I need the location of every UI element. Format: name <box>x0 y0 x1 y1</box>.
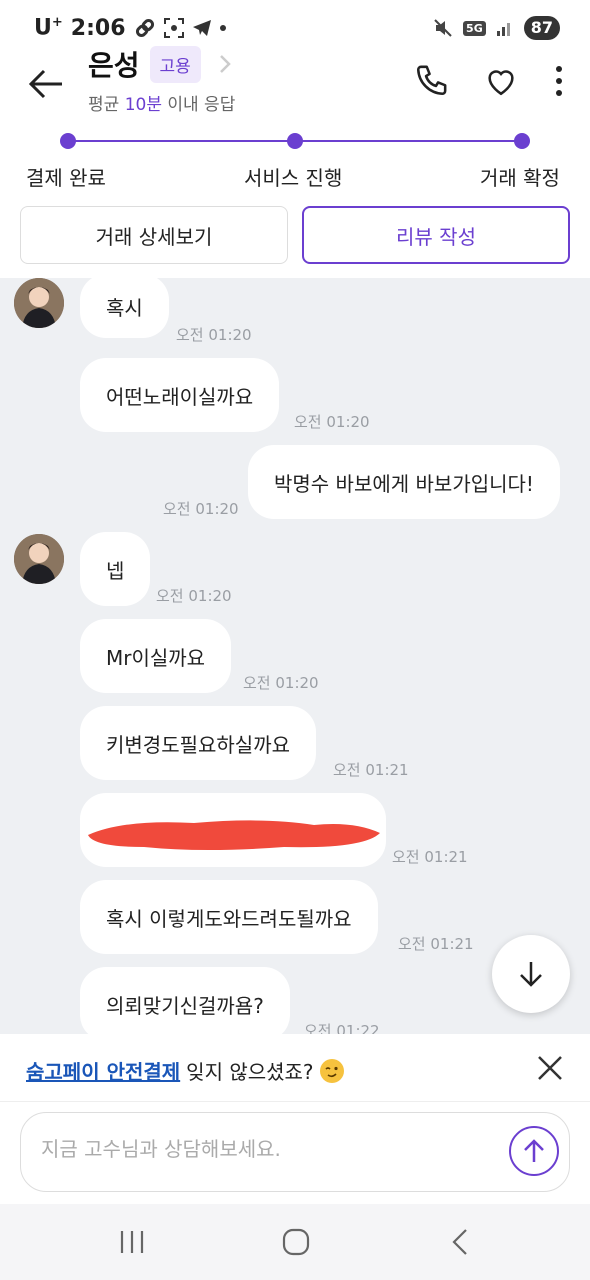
progress-dot-payment <box>60 133 76 149</box>
message-time: 오전 01:20 <box>156 587 232 605</box>
arrow-down-icon <box>520 962 542 987</box>
deal-progress: 결제 완료 서비스 진행 거래 확정 <box>0 128 590 198</box>
scroll-to-bottom-button[interactable] <box>492 935 570 1013</box>
home-icon <box>282 1228 310 1256</box>
heart-icon[interactable] <box>484 64 518 98</box>
chevron-right-icon <box>219 55 231 73</box>
phone-icon[interactable] <box>414 64 448 98</box>
message-composer <box>20 1112 570 1192</box>
more-vertical-icon[interactable] <box>554 64 564 98</box>
chat-area[interactable]: 혹시 오전 01:20 어떤노래이실까요 오전 01:20 박명수 바보에게 바… <box>0 278 590 1034</box>
status-right: 5G 87 <box>433 14 560 42</box>
progress-label-payment: 결제 완료 <box>26 166 106 190</box>
status-left: U+ 2:06 <box>34 14 226 42</box>
chat-header: 은성 고용 평균 10분 이내 응답 <box>0 45 590 120</box>
write-review-button[interactable]: 리뷰 작성 <box>302 206 570 264</box>
close-icon[interactable] <box>536 1054 564 1082</box>
expert-avatar[interactable] <box>14 278 64 328</box>
back-arrow-icon[interactable] <box>28 66 64 102</box>
safe-payment-link[interactable]: 숨고페이 안전결제 <box>26 1056 180 1085</box>
message-time: 오전 01:20 <box>243 674 319 692</box>
title-row[interactable]: 은성 고용 <box>88 44 235 84</box>
progress-label-service: 서비스 진행 <box>244 166 343 190</box>
recent-apps-button[interactable] <box>112 1224 152 1260</box>
back-nav-button[interactable] <box>440 1224 480 1260</box>
progress-dot-service <box>287 133 303 149</box>
message-bubble: 키변경도필요하실까요 <box>80 706 316 780</box>
arrow-up-icon <box>524 1139 544 1162</box>
progress-label-confirm: 거래 확정 <box>480 166 560 190</box>
progress-dot-confirm <box>514 133 530 149</box>
scan-icon <box>163 18 184 38</box>
message-bubble: 혹시 이렇게도와드려도될까요 <box>80 880 378 954</box>
message-time: 오전 01:22 <box>304 1022 380 1034</box>
link-icon <box>135 18 154 38</box>
expert-avatar[interactable] <box>14 534 64 584</box>
safe-payment-banner: 숨고페이 안전결제 잊지 않으셨죠? <box>0 1034 590 1102</box>
redaction-scribble <box>88 820 380 850</box>
hire-badge: 고용 <box>149 45 201 83</box>
home-button[interactable] <box>276 1224 316 1260</box>
message-time: 오전 01:21 <box>392 848 468 866</box>
carrier: U+ <box>34 15 63 41</box>
clock: 2:06 <box>70 15 126 41</box>
banner-message: 잊지 않으셨죠? <box>186 1060 314 1084</box>
response-time: 평균 10분 이내 응답 <box>88 95 236 115</box>
mute-icon <box>434 19 452 37</box>
message-input[interactable] <box>41 1137 481 1161</box>
telegram-icon <box>192 20 211 36</box>
message-time: 오전 01:20 <box>294 413 370 431</box>
system-navigation-bar <box>0 1204 590 1280</box>
header-actions <box>414 64 564 98</box>
expert-name: 은성 <box>88 49 140 82</box>
network-type: 5G <box>463 20 486 36</box>
message-time: 오전 01:21 <box>333 761 409 779</box>
message-bubble: 혹시 <box>80 278 169 338</box>
send-button[interactable] <box>509 1126 559 1176</box>
message-bubble: 어떤노래이실까요 <box>80 358 280 432</box>
message-bubble-redacted <box>80 793 386 867</box>
battery-indicator: 87 <box>523 16 560 40</box>
recent-apps-icon <box>120 1231 144 1253</box>
message-time: 오전 01:20 <box>176 326 252 344</box>
message-bubble: 넵 <box>80 532 151 606</box>
wink-emoji-icon <box>319 1058 344 1083</box>
back-chevron-icon <box>452 1229 467 1255</box>
signal-icon <box>496 23 510 36</box>
banner-text: 숨고페이 안전결제 잊지 않으셨죠? <box>26 1056 344 1085</box>
message-time: 오전 01:21 <box>398 935 474 953</box>
deal-detail-button[interactable]: 거래 상세보기 <box>20 206 288 264</box>
message-time: 오전 01:20 <box>163 500 239 518</box>
more-notifications-dot <box>219 25 226 31</box>
message-bubble: 의뢰맞기신걸까욤? <box>80 967 290 1034</box>
message-bubble-mine: 박명수 바보에게 바보가입니다! <box>248 445 560 519</box>
message-bubble: Mr이실까요 <box>80 619 232 693</box>
